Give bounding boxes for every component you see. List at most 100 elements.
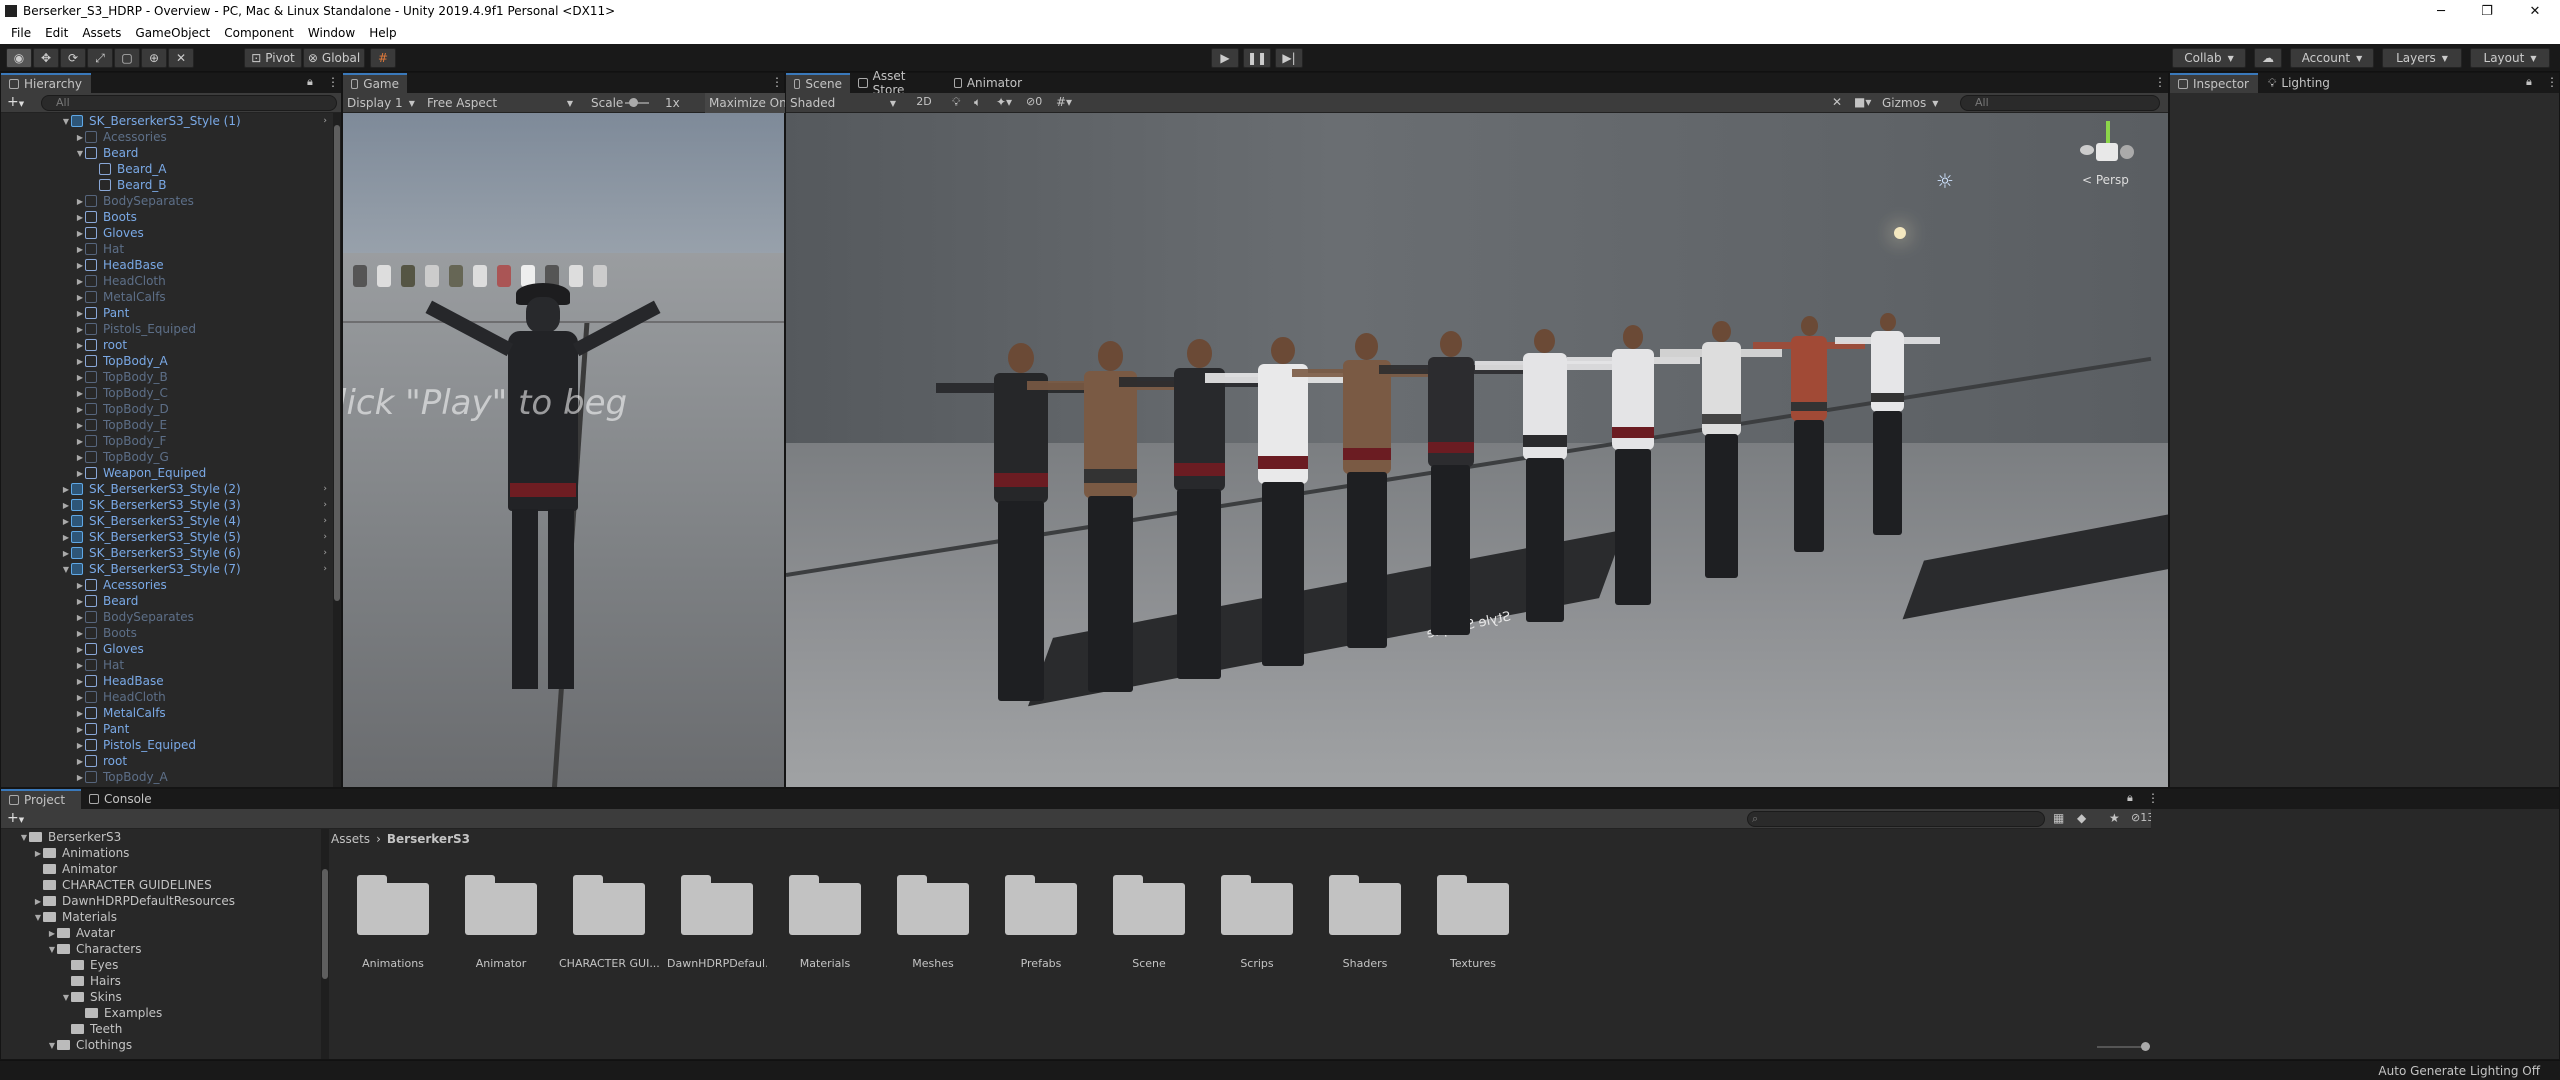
z-axis-handle[interactable] bbox=[2120, 145, 2134, 159]
hierarchy-item[interactable]: ▶ TopBody_A bbox=[1, 769, 333, 785]
hierarchy-item[interactable]: ▶ Acessories bbox=[1, 129, 333, 145]
aspect-dropdown[interactable]: Free Aspect ▼ bbox=[427, 95, 577, 111]
hierarchy-item[interactable]: ▶ Boots bbox=[1, 625, 333, 641]
collapsed-arrow-icon[interactable]: ▶ bbox=[75, 325, 85, 334]
project-tree-scrollbar[interactable] bbox=[321, 829, 329, 1059]
asset-folder[interactable]: Materials bbox=[789, 875, 861, 970]
hierarchy-item[interactable]: Beard_A bbox=[1, 161, 333, 177]
collapsed-arrow-icon[interactable]: ▶ bbox=[75, 421, 85, 430]
project-tree-item[interactable]: ▶ Avatar bbox=[1, 925, 321, 941]
visibility-toggle-icon[interactable] bbox=[3, 164, 13, 174]
layout-dropdown[interactable]: Layout ▼ bbox=[2470, 48, 2550, 68]
step-button[interactable]: ▶| bbox=[1275, 48, 1303, 68]
account-dropdown[interactable]: Account ▼ bbox=[2290, 48, 2374, 68]
minimize-button[interactable]: ─ bbox=[2418, 0, 2464, 22]
tab-hierarchy[interactable]: Hierarchy bbox=[1, 73, 91, 93]
collapsed-arrow-icon[interactable]: ▶ bbox=[75, 229, 85, 238]
collapsed-arrow-icon[interactable]: ▶ bbox=[75, 261, 85, 270]
hierarchy-item[interactable]: ▶ TopBody_D bbox=[1, 401, 333, 417]
grid-dropdown-icon[interactable]: #▾ bbox=[1056, 95, 1072, 109]
slider-thumb[interactable] bbox=[2141, 1042, 2150, 1051]
project-tree-item[interactable]: ▼ Clothings bbox=[1, 1037, 321, 1053]
scene-character[interactable] bbox=[1205, 336, 1362, 668]
visibility-toggle-icon[interactable] bbox=[3, 724, 13, 734]
visibility-toggle-icon[interactable] bbox=[3, 580, 13, 590]
collapsed-arrow-icon[interactable]: ▶ bbox=[47, 929, 57, 938]
hierarchy-item[interactable]: Beard_B bbox=[1, 177, 333, 193]
collapsed-arrow-icon[interactable]: ▶ bbox=[75, 133, 85, 142]
tab-animator[interactable]: Animator bbox=[946, 73, 1030, 93]
hierarchy-item[interactable]: ▶ TopBody_E bbox=[1, 417, 333, 433]
project-tree-item[interactable]: ▼ Characters bbox=[1, 941, 321, 957]
hierarchy-search-input[interactable]: All bbox=[41, 95, 337, 111]
slider-thumb[interactable] bbox=[629, 98, 638, 107]
open-prefab-arrow-icon[interactable]: › bbox=[323, 516, 327, 526]
hierarchy-item[interactable]: ▼ Beard bbox=[1, 145, 333, 161]
y-axis-handle[interactable] bbox=[2106, 121, 2110, 145]
hidden-objects-toggle[interactable]: ⊘0 bbox=[1026, 95, 1042, 108]
hierarchy-item[interactable]: ▶ BodySeparates bbox=[1, 609, 333, 625]
game-viewport[interactable]: lick "Play" to beg bbox=[343, 113, 784, 787]
orientation-gizmo[interactable]: < Persp bbox=[2076, 121, 2160, 191]
kebab-menu-icon[interactable]: ⋮ bbox=[2154, 75, 2166, 89]
tab-inspector[interactable]: Inspector bbox=[2170, 73, 2258, 93]
hierarchy-item[interactable]: ▼ SK_BerserkerS3_Style (1) › bbox=[1, 113, 333, 129]
hierarchy-item[interactable]: ▼ SK_BerserkerS3_Style (7) › bbox=[1, 561, 333, 577]
asset-folder[interactable]: CHARACTER GUI... bbox=[559, 875, 659, 970]
hierarchy-item[interactable]: ▶ Gloves bbox=[1, 225, 333, 241]
layers-dropdown[interactable]: Layers ▼ bbox=[2382, 48, 2462, 68]
visibility-toggle-icon[interactable] bbox=[3, 436, 13, 446]
expanded-arrow-icon[interactable]: ▼ bbox=[47, 945, 57, 954]
open-prefab-arrow-icon[interactable]: › bbox=[323, 548, 327, 558]
create-asset-button[interactable]: +▼ bbox=[7, 811, 29, 826]
tab-game[interactable]: Game bbox=[343, 73, 407, 93]
global-toggle[interactable]: ⊗ Global bbox=[303, 48, 365, 68]
menu-gameobject[interactable]: GameObject bbox=[128, 26, 217, 40]
pivot-toggle[interactable]: ⊡ Pivot bbox=[244, 48, 302, 68]
hierarchy-item[interactable]: ▶ Weapon_Equiped bbox=[1, 465, 333, 481]
visibility-toggle-icon[interactable] bbox=[3, 756, 13, 766]
open-prefab-arrow-icon[interactable]: › bbox=[323, 116, 327, 126]
kebab-menu-icon[interactable]: ⋮ bbox=[2147, 791, 2159, 805]
collapsed-arrow-icon[interactable]: ▶ bbox=[61, 533, 71, 542]
hierarchy-item[interactable]: ▶ Beard bbox=[1, 593, 333, 609]
visibility-toggle-icon[interactable] bbox=[3, 452, 13, 462]
visibility-toggle-icon[interactable] bbox=[3, 260, 13, 270]
collapsed-arrow-icon[interactable]: ▶ bbox=[33, 849, 43, 858]
scene-character[interactable] bbox=[1475, 328, 1615, 624]
visibility-toggle-icon[interactable] bbox=[3, 740, 13, 750]
asset-folder[interactable]: Shaders bbox=[1329, 875, 1401, 970]
project-tree-item[interactable]: Examples bbox=[1, 1005, 321, 1021]
expanded-arrow-icon[interactable]: ▼ bbox=[47, 1041, 57, 1050]
scale-slider[interactable] bbox=[625, 98, 649, 107]
visibility-toggle-icon[interactable] bbox=[3, 228, 13, 238]
expanded-arrow-icon[interactable]: ▼ bbox=[61, 117, 71, 126]
visibility-toggle-icon[interactable] bbox=[3, 212, 13, 222]
menu-edit[interactable]: Edit bbox=[38, 26, 75, 40]
hierarchy-item[interactable]: ▶ MetalCalfs bbox=[1, 289, 333, 305]
collapsed-arrow-icon[interactable]: ▶ bbox=[61, 501, 71, 510]
play-button[interactable]: ▶ bbox=[1211, 48, 1239, 68]
move-tool-button[interactable]: ✥ bbox=[33, 48, 59, 68]
hierarchy-item[interactable]: ▶ SK_BerserkerS3_Style (4) › bbox=[1, 513, 333, 529]
lock-icon[interactable]: 🔒︎ bbox=[2127, 791, 2133, 805]
collapsed-arrow-icon[interactable]: ▶ bbox=[75, 581, 85, 590]
pause-button[interactable]: ❚❚ bbox=[1243, 48, 1271, 68]
visibility-toggle-icon[interactable] bbox=[3, 468, 13, 478]
hierarchy-item[interactable]: ▶ Hat bbox=[1, 241, 333, 257]
scene-character[interactable] bbox=[1660, 320, 1783, 580]
project-tree-item[interactable]: Hairs bbox=[1, 973, 321, 989]
collapsed-arrow-icon[interactable]: ▶ bbox=[75, 197, 85, 206]
visibility-toggle-icon[interactable] bbox=[3, 596, 13, 606]
collapsed-arrow-icon[interactable]: ▶ bbox=[75, 389, 85, 398]
asset-folder[interactable]: Animator bbox=[465, 875, 537, 970]
collapsed-arrow-icon[interactable]: ▶ bbox=[75, 709, 85, 718]
visibility-toggle-icon[interactable] bbox=[3, 308, 13, 318]
hierarchy-item[interactable]: ▶ Acessories bbox=[1, 577, 333, 593]
visibility-toggle-icon[interactable] bbox=[3, 708, 13, 718]
cloud-button[interactable]: ☁ bbox=[2254, 48, 2282, 68]
asset-folder[interactable]: Meshes bbox=[897, 875, 969, 970]
collapsed-arrow-icon[interactable]: ▶ bbox=[75, 677, 85, 686]
menu-window[interactable]: Window bbox=[301, 26, 362, 40]
visibility-toggle-icon[interactable] bbox=[3, 692, 13, 702]
